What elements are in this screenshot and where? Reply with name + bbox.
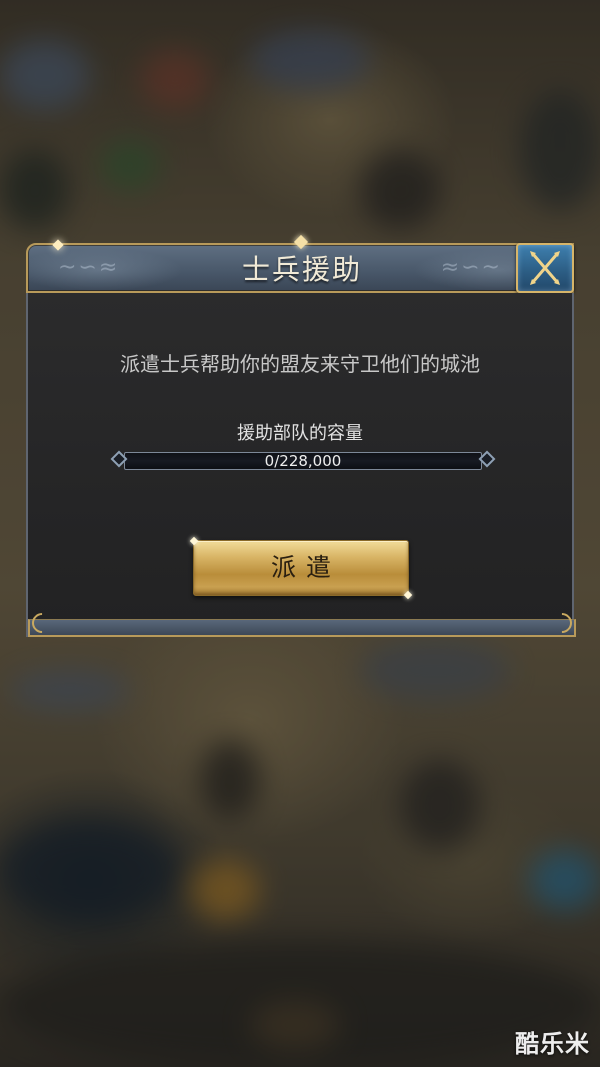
dialog-title: 士兵援助 <box>241 253 362 286</box>
close-icon <box>530 251 560 285</box>
capacity-label: 援助部队的容量 <box>237 423 363 444</box>
dialog-description: 派遣士兵帮助你的盟友来守卫他们的城池 <box>120 352 480 376</box>
capacity-value: 0/228,000 <box>264 452 342 470</box>
footer-curl-ornament-right <box>547 608 577 638</box>
button-sparkle-bottom-right <box>403 590 413 600</box>
capacity-progress-bar: 0/228,000 <box>110 450 496 471</box>
close-button[interactable] <box>516 243 574 293</box>
footer-curl-ornament-left <box>27 608 57 638</box>
dispatch-button-label: 派遣 <box>270 553 341 582</box>
dialog-footer-trim <box>27 608 577 638</box>
watermark-text: 酷乐米 <box>515 1030 590 1058</box>
dispatch-button[interactable]: 派遣 <box>189 536 413 600</box>
dialog-header: ~∽≈ ≈∽~ 士兵援助 <box>26 243 574 293</box>
dialog-body: 派遣士兵帮助你的盟友来守卫他们的城池 援助部队的容量 0/228,000 派遣 <box>26 293 577 638</box>
soldier-assist-dialog: ~∽≈ ≈∽~ 士兵援助 派遣士兵帮助你的盟友来守卫他们的城池 援助部队的容量 … <box>26 234 577 638</box>
